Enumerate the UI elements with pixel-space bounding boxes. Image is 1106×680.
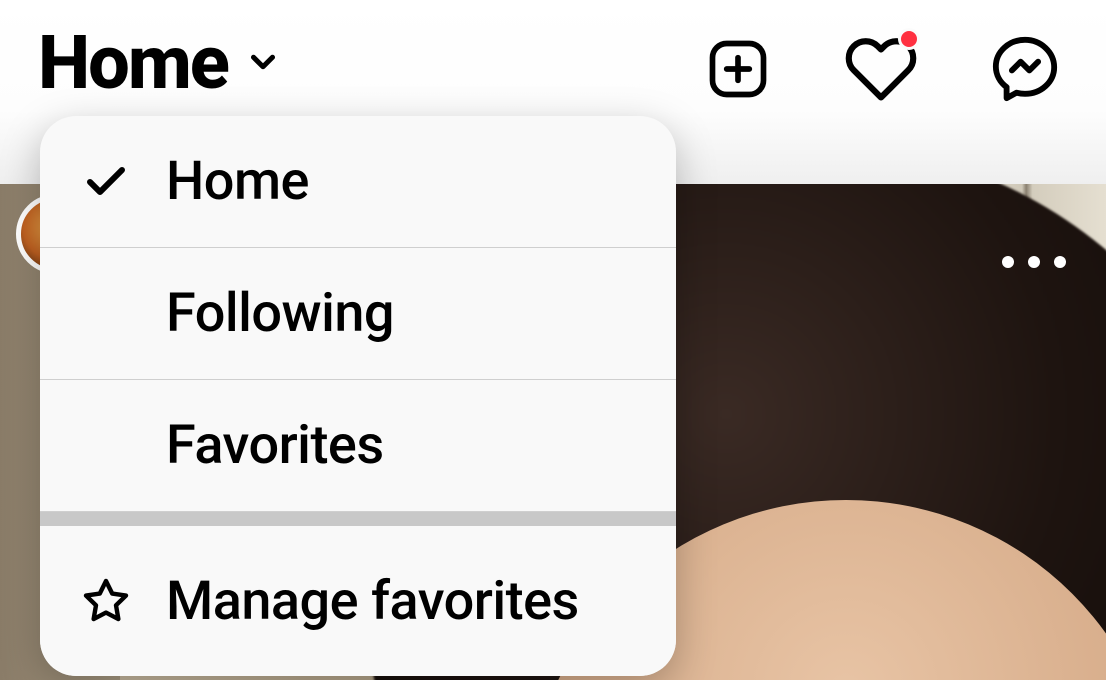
- manage-favorites-label: Manage favorites: [166, 570, 579, 633]
- feed-option-label: Home: [166, 150, 309, 213]
- feed-selector-menu: Home Following Favorites Manage favorite…: [40, 116, 676, 676]
- header-actions: [704, 32, 1060, 110]
- create-post-button[interactable]: [704, 35, 772, 107]
- dots-icon: [1002, 256, 1014, 268]
- chevron-down-icon: [244, 43, 282, 85]
- feed-option-home[interactable]: Home: [40, 116, 676, 248]
- check-icon: [78, 158, 134, 206]
- menu-separator: [40, 512, 676, 526]
- dots-icon: [1054, 256, 1066, 268]
- feed-selector-button[interactable]: Home: [38, 20, 282, 107]
- activity-button[interactable]: [844, 32, 918, 110]
- feed-option-label: Following: [166, 282, 394, 345]
- manage-favorites-button[interactable]: Manage favorites: [40, 526, 676, 676]
- messenger-button[interactable]: [990, 34, 1060, 108]
- feed-option-label: Favorites: [166, 414, 384, 477]
- feed-selector-label: Home: [38, 20, 228, 107]
- heart-icon: [844, 91, 918, 110]
- plus-square-icon: [704, 88, 772, 107]
- feed-option-following[interactable]: Following: [40, 248, 676, 380]
- notification-badge-icon: [898, 28, 920, 50]
- star-icon: [78, 577, 134, 625]
- dots-icon: [1028, 256, 1040, 268]
- post-more-button[interactable]: [1002, 256, 1066, 268]
- messenger-icon: [990, 89, 1060, 108]
- feed-option-favorites[interactable]: Favorites: [40, 380, 676, 512]
